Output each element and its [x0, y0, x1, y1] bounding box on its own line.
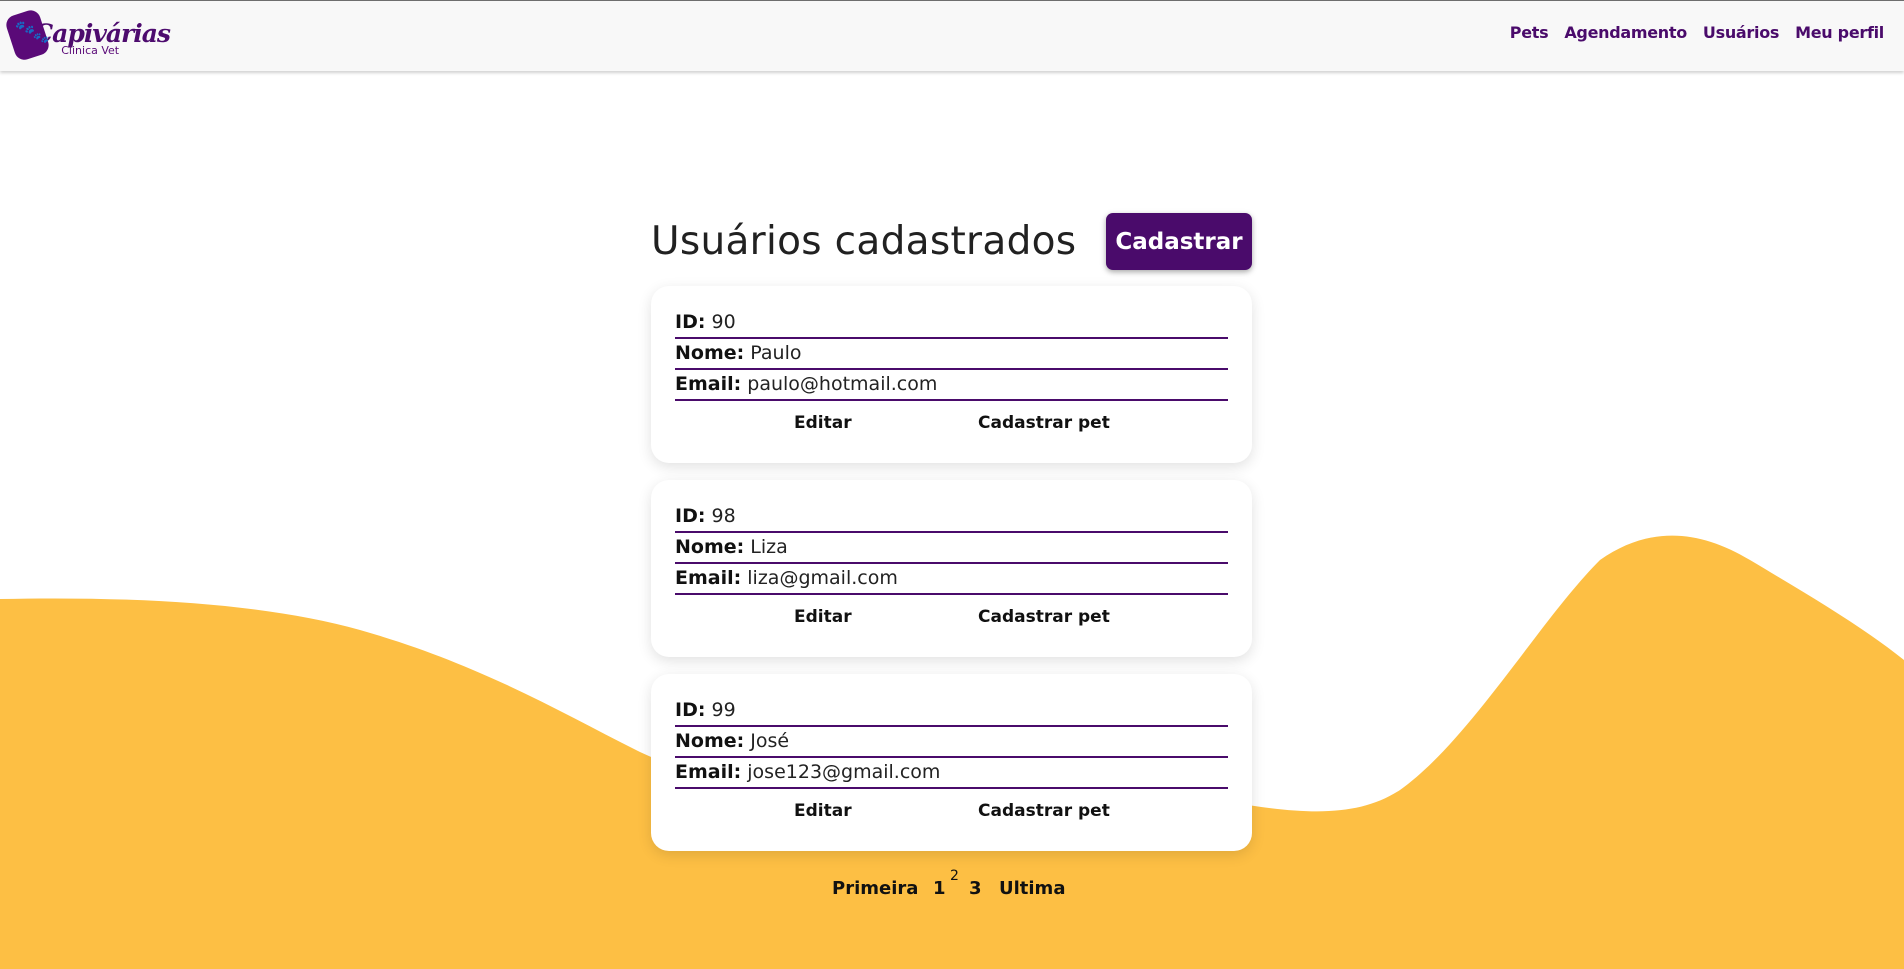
card-actions: Editar Cadastrar pet [651, 801, 1252, 831]
user-list: ID: 90 Nome: Paulo Email: paulo@hotmail.… [651, 286, 1252, 868]
register-user-button[interactable]: Cadastrar [1106, 213, 1252, 270]
main-nav: Pets Agendamento Usuários Meu perfil [1510, 23, 1885, 42]
user-email-value: liza@gmail.com [747, 567, 898, 589]
user-name-label: Nome: [675, 342, 745, 364]
user-id-label: ID: [675, 505, 706, 527]
card-actions: Editar Cadastrar pet [651, 607, 1252, 637]
page-header: Usuários cadastrados Cadastrar [651, 213, 1252, 273]
edit-user-button[interactable]: Editar [794, 607, 852, 627]
user-id-label: ID: [675, 699, 706, 721]
user-email-field: Email: liza@gmail.com [675, 566, 1228, 595]
user-card: ID: 99 Nome: José Email: jose123@gmail.c… [651, 674, 1252, 851]
user-id-value: 99 [711, 699, 736, 721]
user-email-field: Email: jose123@gmail.com [675, 760, 1228, 789]
nav-item-pets[interactable]: Pets [1510, 23, 1549, 42]
add-pet-button[interactable]: Cadastrar pet [978, 413, 1110, 433]
user-id-field: ID: 98 [675, 504, 1228, 533]
user-email-value: paulo@hotmail.com [747, 373, 938, 395]
add-pet-button[interactable]: Cadastrar pet [978, 801, 1110, 821]
pagination: Primeira 1 2 3 Ultima [0, 866, 1904, 910]
card-actions: Editar Cadastrar pet [651, 413, 1252, 443]
user-name-value: Liza [750, 536, 788, 558]
user-id-label: ID: [675, 311, 706, 333]
nav-item-meu-perfil[interactable]: Meu perfil [1795, 23, 1884, 42]
user-name-label: Nome: [675, 536, 745, 558]
user-card: ID: 90 Nome: Paulo Email: paulo@hotmail.… [651, 286, 1252, 463]
edit-user-button[interactable]: Editar [794, 413, 852, 433]
edit-user-button[interactable]: Editar [794, 801, 852, 821]
user-name-field: Nome: Paulo [675, 341, 1228, 370]
user-name-field: Nome: Liza [675, 535, 1228, 564]
brand-name: Capivárias [33, 19, 171, 48]
user-name-value: José [750, 730, 790, 752]
pagination-page-3[interactable]: 3 [969, 878, 982, 899]
page-title: Usuários cadastrados [651, 219, 1077, 264]
pagination-last[interactable]: Ultima [999, 878, 1065, 899]
user-id-field: ID: 90 [675, 310, 1228, 339]
nav-item-agendamento[interactable]: Agendamento [1564, 23, 1687, 42]
user-card: ID: 98 Nome: Liza Email: liza@gmail.com … [651, 480, 1252, 657]
pagination-page-current: 2 [950, 868, 959, 884]
user-email-label: Email: [675, 761, 742, 783]
user-email-label: Email: [675, 373, 742, 395]
top-navbar: 🐾 🐾 Capivárias Clinica Vet Pets Agendame… [0, 0, 1904, 71]
user-id-value: 98 [711, 505, 736, 527]
user-id-field: ID: 99 [675, 698, 1228, 727]
user-name-label: Nome: [675, 730, 745, 752]
pagination-first[interactable]: Primeira [832, 878, 918, 899]
nav-item-usuarios[interactable]: Usuários [1703, 23, 1780, 42]
user-email-label: Email: [675, 567, 742, 589]
add-pet-button[interactable]: Cadastrar pet [978, 607, 1110, 627]
user-email-value: jose123@gmail.com [747, 761, 941, 783]
user-email-field: Email: paulo@hotmail.com [675, 372, 1228, 401]
user-id-value: 90 [711, 311, 736, 333]
pagination-page-1[interactable]: 1 [933, 878, 946, 899]
brand-subtitle: Clinica Vet [61, 44, 120, 57]
brand-logo[interactable]: 🐾 🐾 Capivárias Clinica Vet [3, 5, 171, 67]
user-name-field: Nome: José [675, 729, 1228, 758]
user-name-value: Paulo [750, 342, 802, 364]
